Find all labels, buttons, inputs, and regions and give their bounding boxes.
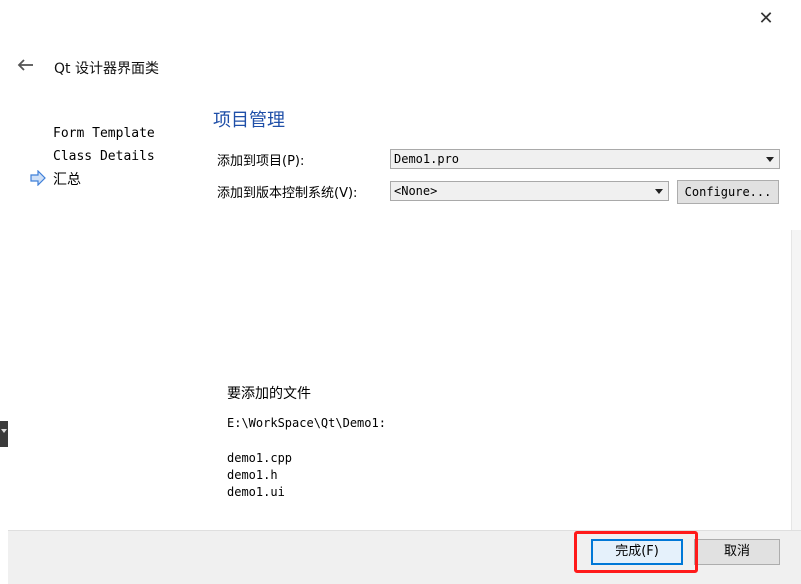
back-arrow-icon[interactable] [16,55,40,79]
list-item: demo1.ui [227,485,285,499]
finish-button[interactable]: 完成(F) [591,539,683,565]
step-label: 汇总 [53,172,81,188]
add-to-project-label: 添加到项目(P): [217,154,305,169]
step-label: Form Template [53,126,155,141]
add-to-vcs-value: <None> [394,184,438,198]
configure-button[interactable]: Configure... [677,180,779,204]
step-summary: 汇总 [30,169,155,193]
add-to-project-select[interactable]: Demo1.pro [390,149,780,169]
step-label: Class Details [53,149,155,164]
wizard-dialog [8,0,801,584]
wizard-title: Qt 设计器界面类 [54,61,159,77]
list-item: demo1.cpp [227,451,293,465]
arrow-left-icon [17,59,33,71]
chevron-down-icon [1,429,7,433]
step-form-template: Form Template [30,124,155,147]
chevron-down-icon [655,189,663,194]
step-class-details: Class Details [30,147,155,170]
close-icon[interactable]: ✕ [755,8,777,30]
background-dropdown-handle [0,421,8,447]
page-title: 项目管理 [213,110,285,131]
list-item: demo1.h [227,468,278,482]
add-to-vcs-select[interactable]: <None> [390,181,669,201]
wizard-steps: Form Template Class Details 汇总 [30,124,155,193]
files-heading: 要添加的文件 [227,386,311,402]
chevron-down-icon [766,157,774,162]
files-list: demo1.cpp demo1.h demo1.ui [227,450,292,501]
cancel-button[interactable]: 取消 [694,539,780,565]
files-path: E:\WorkSpace\Qt\Demo1: [227,416,386,430]
add-to-vcs-label: 添加到版本控制系统(V): [217,186,358,201]
background-editor-fragment [791,230,801,530]
add-to-project-value: Demo1.pro [394,152,460,166]
current-step-arrow-icon [30,169,46,191]
background-window-edge [0,0,8,584]
